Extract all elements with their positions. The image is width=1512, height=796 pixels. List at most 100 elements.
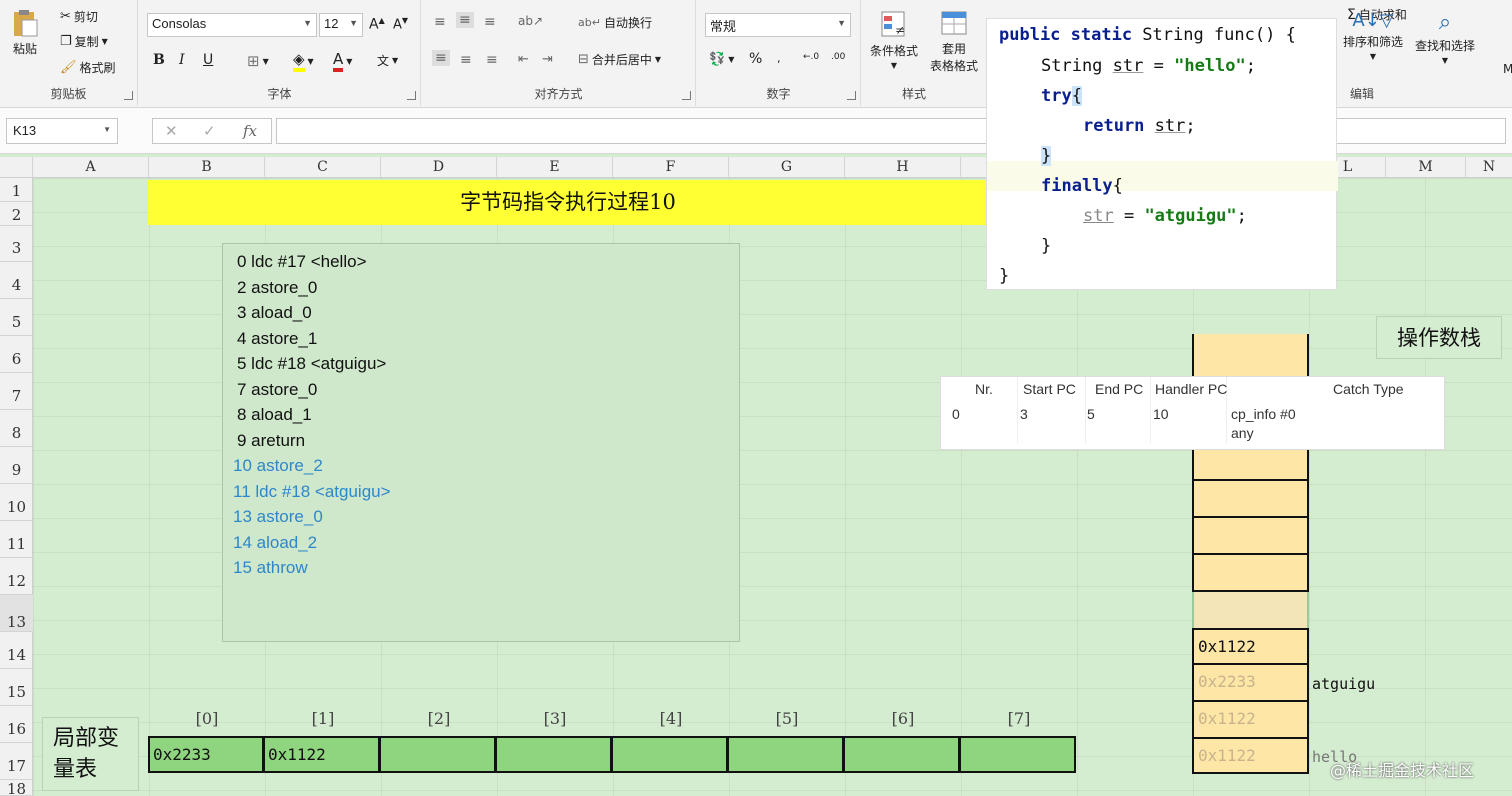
sort-filter-button[interactable]: A↓▽ 排序和筛选 ▼ [1343,10,1403,61]
align-top-button[interactable]: ≡ [434,14,446,30]
formula-buttons: ✕ ✓ fx [152,118,272,144]
row-header[interactable]: 12 [0,558,33,595]
dialog-launcher-icon[interactable] [124,91,133,100]
row-header[interactable]: 10 [0,484,33,521]
decrease-decimal-button[interactable]: .00 [831,52,845,62]
font-color-button[interactable]: A ▼ [333,50,352,72]
chevron-down-icon: ▼ [349,18,358,28]
column-header[interactable]: M [1386,157,1466,178]
row-header[interactable]: 6 [0,336,33,373]
fill-color-button[interactable]: ◈ ▼ [293,50,314,72]
code-line: } [999,266,1010,286]
column-header[interactable]: A [33,157,149,178]
conditional-format-button[interactable]: ≠ 条件格式 ▼ [870,8,918,70]
cut-button[interactable]: ✂ 剪切 [60,8,98,25]
dialog-launcher-icon[interactable] [682,91,691,100]
italic-button[interactable]: I [179,52,185,68]
column-header[interactable]: B [149,157,265,178]
row-header[interactable]: 7 [0,373,33,410]
comma-style-icon: , [777,52,781,65]
row-header[interactable]: 13 [0,595,33,632]
align-left-button[interactable]: ≡ [432,50,450,66]
increase-decimal-icon: ←.0 [803,52,820,62]
more-button[interactable]: M [1503,62,1512,76]
brush-icon: 🖌 [60,60,77,75]
local-var-index: [7] [1007,709,1031,728]
dialog-launcher-icon[interactable] [407,91,416,100]
column-header[interactable]: G [729,157,845,178]
operand-stack-cell: 0x1122 [1192,702,1309,739]
grow-font-button[interactable]: A▲ [369,16,385,33]
exception-table-cell: 0 [952,406,960,422]
row-header[interactable]: 2 [0,202,33,226]
column-header[interactable]: C [265,157,381,178]
row-header[interactable]: 11 [0,521,33,558]
row-header[interactable]: 18 [0,780,33,796]
column-header[interactable]: D [381,157,497,178]
editing-group-label: 编辑 [1349,87,1374,101]
align-right-button[interactable]: ≡ [486,52,498,68]
orientation-button[interactable]: ab↗ [518,14,543,28]
row-header[interactable]: 15 [0,669,33,706]
column-header[interactable]: H [845,157,961,178]
table-format-button[interactable]: 套用 表格格式 [930,8,978,74]
clipboard-group-label: 剪贴板 [50,87,87,101]
current-line-highlight [987,161,1338,191]
copy-button[interactable]: ❐ 复制 ▼ [60,33,108,50]
bytecode-line: 0 ldc #17 <hello> [237,252,367,271]
selected-cell[interactable] [1192,592,1309,629]
format-painter-button[interactable]: 🖌 格式刷 [60,59,116,76]
local-var-index: [6] [891,709,915,728]
paste-button[interactable]: 粘贴 [10,8,40,57]
shrink-font-button[interactable]: A▼ [393,16,408,32]
confirm-icon[interactable]: ✓ [203,122,216,140]
merge-center-button[interactable]: ⊟ 合并后居中 ▼ [578,51,661,68]
row-header[interactable]: 16 [0,706,33,743]
svg-text:≠: ≠ [895,23,905,37]
insert-function-icon[interactable]: fx [243,122,257,140]
align-middle-button[interactable]: ≡ [456,12,474,28]
exception-table-cell: 5 [1087,406,1095,422]
currency-button[interactable]: 💱 ▼ [709,52,734,67]
code-line: str = "atguigu"; [1083,206,1247,226]
dialog-launcher-icon[interactable] [847,91,856,100]
align-bottom-button[interactable]: ≡ [484,14,496,30]
percent-button[interactable]: % [749,51,762,67]
magnifier-icon: ⌕ [1438,10,1452,35]
font-size-select[interactable]: 12 ▼ [319,13,363,37]
align-center-icon: ≡ [460,52,472,68]
phonetic-button[interactable]: 文 ▼ [377,52,398,69]
font-name-select[interactable]: Consolas ▼ [147,13,317,37]
row-header[interactable]: 1 [0,178,33,202]
decrease-indent-button[interactable]: ⇤ [518,52,529,67]
name-box[interactable]: K13 ▼ [6,118,118,144]
code-line: finally{ [1041,176,1123,196]
increase-indent-button[interactable]: ⇥ [542,52,553,67]
row-header[interactable]: 17 [0,743,33,780]
bold-button[interactable]: B [153,52,165,68]
row-header[interactable]: 4 [0,262,33,299]
cancel-icon[interactable]: ✕ [165,122,178,140]
column-header[interactable]: E [497,157,613,178]
select-all-corner[interactable] [0,157,33,178]
local-var-cell: 0x1122 [264,736,380,773]
underline-button[interactable]: U [203,52,213,68]
column-header[interactable]: F [613,157,729,178]
number-format-select[interactable]: 常规 ▼ [705,13,851,37]
increase-decimal-button[interactable]: ←.0 [803,52,819,62]
align-center-button[interactable]: ≡ [460,52,472,68]
row-header[interactable]: 3 [0,226,33,262]
exception-table-header: End PC [1095,381,1144,397]
wrap-text-button[interactable]: ab↵ 自动换行 [578,14,652,31]
row-header[interactable]: 14 [0,632,33,669]
column-header[interactable]: N [1466,157,1512,178]
local-var-cell: 0x2233 [148,736,264,773]
row-header[interactable]: 9 [0,447,33,484]
conditional-format-icon: ≠ [881,11,905,37]
row-header[interactable]: 8 [0,410,33,447]
borders-button[interactable]: ⊞ ▼ [247,52,269,70]
comma-button[interactable]: , [777,52,781,65]
find-select-button[interactable]: ⌕ 查找和选择 ▼ [1415,10,1475,65]
row-header[interactable]: 5 [0,299,33,336]
decrease-indent-icon: ⇤ [518,52,529,67]
